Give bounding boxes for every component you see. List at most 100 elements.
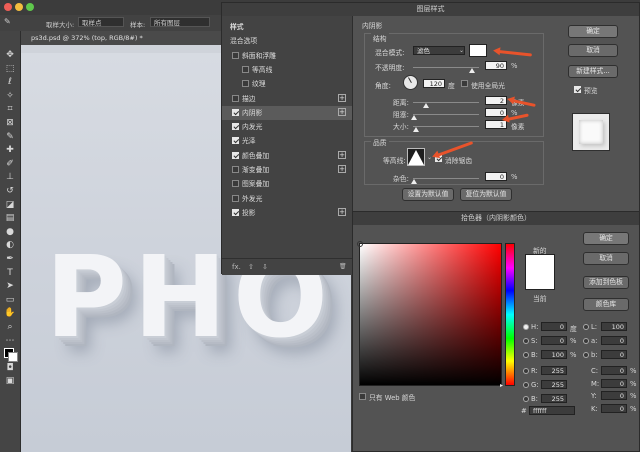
- shape-icon[interactable]: ▭: [4, 294, 16, 306]
- color-component-input[interactable]: 0: [601, 350, 627, 359]
- more-icon[interactable]: ⋯: [4, 335, 16, 347]
- choke-slider-thumb[interactable]: [411, 115, 417, 120]
- size-slider-thumb[interactable]: [413, 127, 419, 132]
- marquee-icon[interactable]: ⬚: [4, 63, 16, 75]
- angle-dial[interactable]: [403, 75, 418, 90]
- stamp-icon[interactable]: ⊥: [4, 171, 16, 183]
- style-list-item[interactable]: 投影 +: [222, 206, 352, 220]
- style-checkbox[interactable]: [232, 151, 239, 159]
- color-field[interactable]: [357, 241, 502, 386]
- crop-icon[interactable]: ⌗: [4, 103, 16, 115]
- color-swatch[interactable]: [4, 348, 18, 363]
- add-style-plus-icon[interactable]: +: [338, 165, 346, 173]
- color-mode-radio[interactable]: [583, 338, 589, 344]
- new-style-button[interactable]: 新建样式...: [568, 65, 618, 78]
- style-list-item[interactable]: 颜色叠加 +: [222, 149, 352, 163]
- hue-slider-handle[interactable]: ▸: [500, 382, 503, 389]
- opacity-slider-thumb[interactable]: [469, 68, 476, 73]
- noise-input[interactable]: 0: [485, 172, 507, 181]
- style-checkbox[interactable]: [232, 137, 239, 145]
- distance-slider-thumb[interactable]: [423, 103, 429, 108]
- hue-slider[interactable]: [505, 243, 515, 386]
- style-list-item[interactable]: 光泽: [222, 134, 352, 148]
- color-component-input[interactable]: 100: [541, 350, 567, 359]
- color-mode-radio[interactable]: [523, 368, 529, 374]
- color-component-input[interactable]: 0: [601, 336, 627, 345]
- opacity-input[interactable]: 90: [485, 61, 507, 70]
- add-style-plus-icon[interactable]: +: [338, 107, 346, 116]
- style-checkbox[interactable]: [242, 80, 249, 88]
- add-style-plus-icon[interactable]: +: [338, 150, 346, 159]
- type-icon[interactable]: T: [4, 267, 16, 279]
- size-slider[interactable]: [413, 126, 479, 127]
- cancel-button[interactable]: 取消: [568, 44, 618, 57]
- color-mode-radio[interactable]: [523, 382, 529, 388]
- noise-slider[interactable]: [413, 178, 479, 179]
- move-up-icon[interactable]: ⇧: [248, 263, 254, 271]
- style-list-item[interactable]: 等高线: [222, 63, 352, 77]
- zoom-icon[interactable]: ⌕: [4, 321, 16, 333]
- canvas[interactable]: PHO: [21, 45, 351, 452]
- reset-default-button[interactable]: 复位为默认值: [460, 188, 512, 201]
- eyedropper-icon[interactable]: ✎: [4, 17, 11, 26]
- path-select-icon[interactable]: ➤: [4, 280, 16, 292]
- color-mode-radio[interactable]: [583, 352, 589, 358]
- style-list-item[interactable]: 内发光: [222, 120, 352, 134]
- sample-size-select[interactable]: 取样点: [78, 17, 124, 27]
- style-list-item[interactable]: 渐变叠加 +: [222, 163, 352, 177]
- style-checkbox[interactable]: [232, 208, 239, 216]
- dodge-icon[interactable]: ◐: [4, 239, 16, 251]
- fx-icon[interactable]: fx.: [232, 263, 241, 271]
- frame-icon[interactable]: ⊠: [4, 117, 16, 129]
- add-to-swatches-button[interactable]: 添加到色板: [583, 276, 629, 289]
- gradient-icon[interactable]: ▤: [4, 212, 16, 224]
- color-component-input[interactable]: 100: [601, 322, 627, 331]
- contour-preview[interactable]: [407, 148, 425, 166]
- global-light-checkbox[interactable]: [461, 80, 468, 87]
- color-mode-radio[interactable]: [523, 324, 529, 330]
- color-libraries-button[interactable]: 颜色库: [583, 298, 629, 311]
- style-list-item[interactable]: 斜面和浮雕: [222, 49, 352, 63]
- style-list-item[interactable]: 混合选项: [222, 34, 352, 48]
- set-default-button[interactable]: 设置为默认值: [402, 188, 454, 201]
- move-icon[interactable]: ✥: [4, 49, 16, 61]
- eyedropper-icon[interactable]: ✎: [4, 131, 16, 143]
- noise-slider-thumb[interactable]: [411, 179, 417, 184]
- choke-slider[interactable]: [413, 114, 479, 115]
- eraser-icon[interactable]: ◪: [4, 199, 16, 211]
- quick-mask-icon[interactable]: ◘: [4, 362, 16, 374]
- quick-select-icon[interactable]: ✧: [4, 90, 16, 102]
- style-list-item[interactable]: 纹理: [222, 77, 352, 91]
- style-list-item[interactable]: 图案叠加: [222, 177, 352, 191]
- color-component-input[interactable]: 255: [541, 366, 567, 375]
- color-mode-radio[interactable]: [523, 396, 529, 402]
- healing-icon[interactable]: ✚: [4, 144, 16, 156]
- close-window-button[interactable]: [4, 3, 12, 11]
- style-checkbox[interactable]: [232, 51, 239, 59]
- style-list-item[interactable]: 内阴影 +: [222, 105, 352, 120]
- document-tab[interactable]: ps3d.psd @ 372% (top, RGB/8#) *: [21, 31, 221, 45]
- blur-icon[interactable]: ●: [4, 226, 16, 238]
- shadow-color-swatch[interactable]: [469, 44, 487, 57]
- color-component-input[interactable]: 0: [541, 336, 567, 345]
- color-component-input[interactable]: 0: [601, 378, 627, 388]
- zoom-window-button[interactable]: [26, 3, 34, 11]
- style-list-item[interactable]: 外发光: [222, 192, 352, 206]
- preview-checkbox[interactable]: [574, 86, 581, 93]
- style-checkbox[interactable]: [242, 65, 249, 73]
- trash-icon[interactable]: 🗑: [339, 263, 347, 270]
- history-brush-icon[interactable]: ↺: [4, 185, 16, 197]
- minimize-window-button[interactable]: [15, 3, 23, 11]
- web-colors-checkbox[interactable]: [359, 393, 366, 400]
- blend-mode-select[interactable]: 滤色: [413, 46, 465, 55]
- brush-icon[interactable]: ✐: [4, 158, 16, 170]
- color-component-input[interactable]: 0: [601, 366, 627, 375]
- color-mode-radio[interactable]: [523, 338, 529, 344]
- add-style-plus-icon[interactable]: +: [338, 207, 346, 216]
- picker-cancel-button[interactable]: 取消: [583, 252, 629, 265]
- style-checkbox[interactable]: [232, 194, 239, 202]
- style-checkbox[interactable]: [232, 94, 239, 102]
- color-mode-radio[interactable]: [523, 352, 529, 358]
- pen-icon[interactable]: ✒: [4, 253, 16, 265]
- style-checkbox[interactable]: [232, 108, 239, 116]
